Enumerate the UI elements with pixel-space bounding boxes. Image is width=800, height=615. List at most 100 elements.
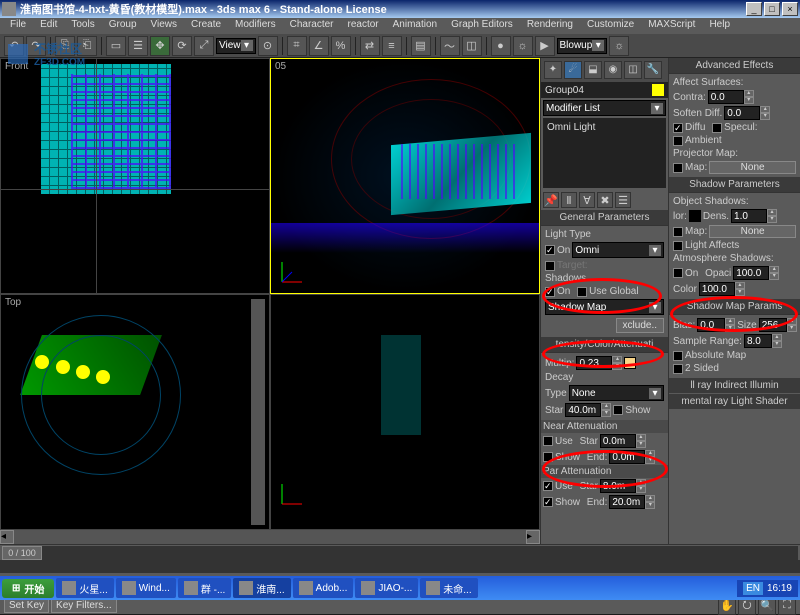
shadows-on-checkbox[interactable] <box>545 287 555 297</box>
bias-spinner[interactable]: ▴▾ <box>725 318 735 332</box>
shadow-params-header[interactable]: Shadow Parameters <box>669 177 800 192</box>
menu-maxscript[interactable]: MAXScript <box>642 18 701 34</box>
sample-input[interactable] <box>744 334 772 348</box>
decay-start-spinner[interactable]: ▴▾ <box>601 403 611 417</box>
move-button[interactable]: ✥ <box>150 36 170 56</box>
shadow-map-header[interactable]: Shadow Map Params <box>669 299 800 314</box>
viewport-front[interactable]: Front <box>0 58 270 294</box>
density-input[interactable] <box>731 209 767 223</box>
select-name-button[interactable]: ☰ <box>128 36 148 56</box>
viewport-perspective[interactable]: 05 <box>270 58 540 294</box>
atmos-color-input[interactable] <box>699 282 735 296</box>
intensity-header[interactable]: tensity/Color/Attenuati <box>541 337 668 352</box>
display-tab[interactable]: ◫ <box>624 61 642 79</box>
near-show-checkbox[interactable] <box>543 452 553 462</box>
curve-editor-button[interactable]: 〜 <box>440 36 460 56</box>
minimize-button[interactable]: _ <box>746 2 762 16</box>
shadow-map-checkbox[interactable] <box>673 227 683 237</box>
scale-button[interactable]: ⤢ <box>194 36 214 56</box>
diffuse-checkbox[interactable] <box>673 123 683 133</box>
quick-render-button[interactable]: ▶ <box>535 36 555 56</box>
maximize-button[interactable]: □ <box>764 2 780 16</box>
proj-map-checkbox[interactable] <box>673 163 683 173</box>
percent-snap-button[interactable]: % <box>331 36 351 56</box>
opacity-input[interactable] <box>733 266 769 280</box>
exclude-button[interactable]: xclude.. <box>616 318 664 333</box>
soften-input[interactable] <box>724 106 760 120</box>
material-button[interactable]: ● <box>491 36 511 56</box>
target-checkbox[interactable] <box>545 261 555 271</box>
motion-tab[interactable]: ◉ <box>604 61 622 79</box>
create-tab[interactable]: ✦ <box>544 61 562 79</box>
menu-group[interactable]: Group <box>103 18 143 34</box>
start-button[interactable]: ⊞开始 <box>2 579 54 598</box>
menu-tools[interactable]: Tools <box>65 18 100 34</box>
near-use-checkbox[interactable] <box>543 436 553 446</box>
scrollbar-v[interactable] <box>251 299 265 525</box>
menu-modifiers[interactable]: Modifiers <box>229 18 282 34</box>
schematic-button[interactable]: ◫ <box>462 36 482 56</box>
select-button[interactable]: ▭ <box>106 36 126 56</box>
task-item[interactable]: JIAO-... <box>355 578 418 598</box>
mental-ray-header[interactable]: mental ray Light Shader <box>669 394 800 409</box>
menu-animation[interactable]: Animation <box>387 18 443 34</box>
menu-views[interactable]: Views <box>145 18 184 34</box>
pin-stack-button[interactable]: 📌 <box>543 192 559 208</box>
task-item[interactable]: 淮南... <box>233 578 290 598</box>
light-on-checkbox[interactable] <box>545 245 555 255</box>
far-end-spinner[interactable]: ▴▾ <box>645 495 655 509</box>
render-button[interactable]: ☼ <box>609 36 629 56</box>
near-end-spinner[interactable]: ▴▾ <box>645 450 655 464</box>
render-type-dropdown[interactable]: Blowup▾ <box>557 38 608 54</box>
far-use-checkbox[interactable] <box>543 481 553 491</box>
far-show-checkbox[interactable] <box>543 497 553 507</box>
task-item[interactable]: 群 -... <box>178 578 231 598</box>
multiplier-input[interactable] <box>576 356 612 370</box>
render-scene-button[interactable]: ☼ <box>513 36 533 56</box>
contrast-spinner[interactable]: ▴▾ <box>744 90 754 104</box>
decay-start-input[interactable] <box>565 403 601 417</box>
keyfilters-button[interactable]: Key Filters... <box>51 598 117 613</box>
proj-map-button[interactable]: None <box>709 161 796 174</box>
far-end-input[interactable] <box>609 495 645 509</box>
menu-customize[interactable]: Customize <box>581 18 640 34</box>
size-input[interactable] <box>759 318 787 332</box>
atmos-on-checkbox[interactable] <box>673 268 683 278</box>
soften-spinner[interactable]: ▴▾ <box>760 106 770 120</box>
decay-type-dropdown[interactable]: None▾ <box>569 385 664 401</box>
snap-button[interactable]: ⌗ <box>287 36 307 56</box>
menu-reactor[interactable]: reactor <box>342 18 385 34</box>
object-name-field[interactable]: Group04 <box>541 82 668 98</box>
viewport-top[interactable]: Top <box>0 294 270 530</box>
task-item[interactable]: Wind... <box>116 578 176 598</box>
hierarchy-tab[interactable]: ⬓ <box>584 61 602 79</box>
stack-item[interactable]: Omni Light <box>547 122 595 133</box>
shadow-color-swatch[interactable] <box>689 210 701 222</box>
viewport-extra[interactable] <box>270 294 540 530</box>
coord-dropdown[interactable]: View▾ <box>216 38 256 54</box>
system-tray[interactable]: EN16:19 <box>737 580 798 597</box>
align-button[interactable]: ≡ <box>382 36 402 56</box>
unique-button[interactable]: ∀ <box>579 192 595 208</box>
shadow-map-button[interactable]: None <box>709 225 796 238</box>
layers-button[interactable]: ▤ <box>411 36 431 56</box>
show-end-button[interactable]: Ⅱ <box>561 192 577 208</box>
indirect-illum-header[interactable]: ll ray Indirect Illumin <box>669 378 800 393</box>
light-type-dropdown[interactable]: Omni▾ <box>572 242 664 258</box>
close-button[interactable]: × <box>782 2 798 16</box>
contrast-input[interactable] <box>708 90 744 104</box>
decay-show-checkbox[interactable] <box>613 405 623 415</box>
absolute-checkbox[interactable] <box>673 351 683 361</box>
lang-indicator[interactable]: EN <box>743 582 763 595</box>
task-item[interactable]: 火星... <box>56 578 113 598</box>
modifier-stack[interactable]: Omni Light <box>543 118 666 188</box>
sample-spinner[interactable]: ▴▾ <box>772 334 782 348</box>
mirror-button[interactable]: ⇄ <box>360 36 380 56</box>
modify-tab[interactable]: ☄ <box>564 61 582 79</box>
adv-effects-header[interactable]: Advanced Effects <box>669 58 800 73</box>
menu-file[interactable]: File <box>4 18 32 34</box>
near-end-input[interactable] <box>609 450 645 464</box>
size-spinner[interactable]: ▴▾ <box>787 318 797 332</box>
menu-edit[interactable]: Edit <box>34 18 63 34</box>
remove-button[interactable]: ✖ <box>597 192 613 208</box>
